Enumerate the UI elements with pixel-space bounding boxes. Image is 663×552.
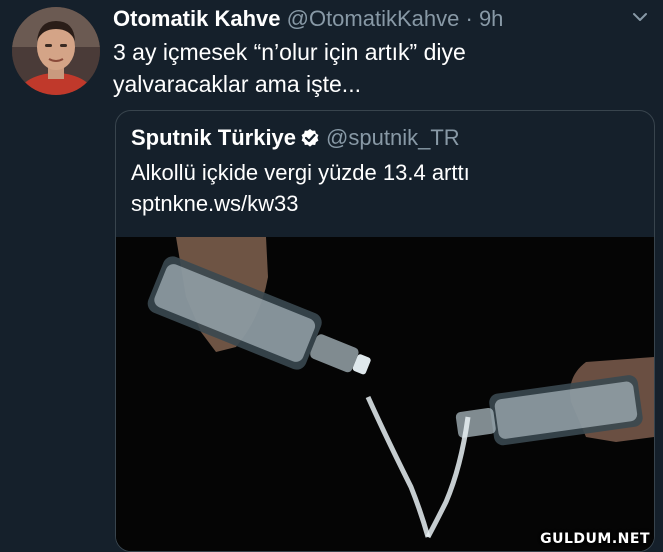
quoted-text: Alkollü içkide vergi yüzde 13.4 arttı sp…	[131, 157, 631, 219]
separator-dot: ·	[465, 6, 473, 31]
quoted-link[interactable]: sptnkne.ws/kw33	[131, 188, 631, 219]
avatar[interactable]	[12, 7, 100, 95]
pouring-bottles-image	[116, 237, 654, 551]
quoted-header: Sputnik Türkiye @sputnik_TR	[131, 123, 460, 153]
quoted-image[interactable]: GULDUM.NET	[116, 237, 654, 551]
tweet-text: 3 ay içmesek “n’olur için artık” diye ya…	[113, 39, 466, 97]
avatar-image	[12, 7, 100, 95]
quoted-author-name: Sputnik Türkiye	[131, 125, 297, 150]
author-name[interactable]: Otomatik Kahve	[113, 6, 281, 31]
quoted-handle: @sputnik_TR	[326, 125, 460, 150]
tweet-time[interactable]: 9h	[479, 6, 503, 31]
tweet[interactable]: Otomatik Kahve @OtomatikKahve · 9h 3 ay …	[0, 0, 663, 552]
quoted-text-line1: Alkollü içkide vergi yüzde 13.4 arttı	[131, 160, 470, 185]
author-handle[interactable]: @OtomatikKahve	[287, 6, 460, 31]
quoted-tweet[interactable]: Sputnik Türkiye @sputnik_TR Alkollü içki…	[115, 110, 655, 552]
chevron-down-icon[interactable]	[631, 10, 649, 24]
verified-badge-icon	[300, 126, 320, 147]
watermark: GULDUM.NET	[540, 531, 650, 547]
tweet-header: Otomatik Kahve @OtomatikKahve · 9h	[113, 4, 633, 34]
